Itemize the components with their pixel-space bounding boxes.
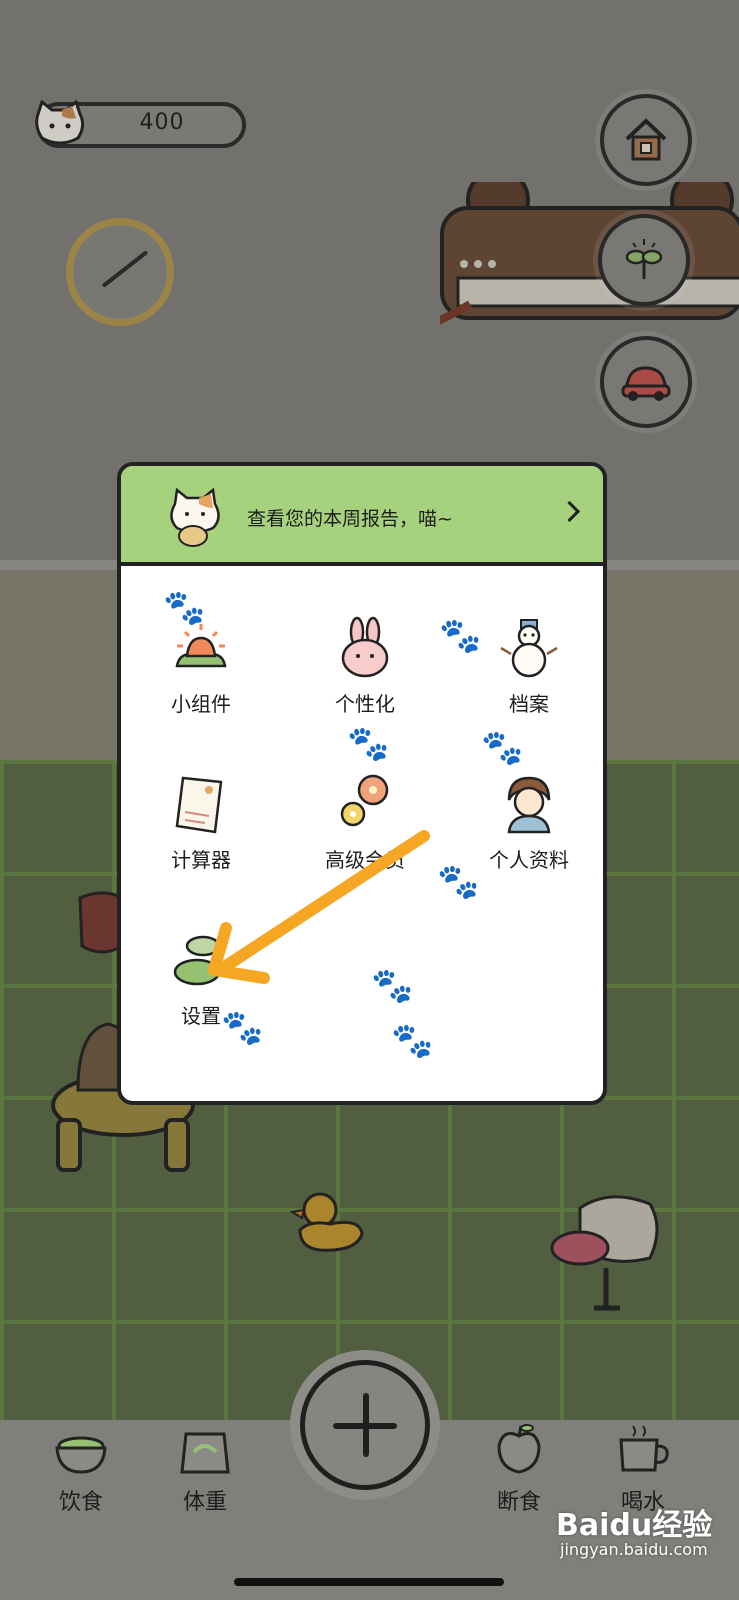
tab-diet[interactable]: 饮食 — [26, 1428, 136, 1516]
watermark-brand: Baidu经验 — [556, 1508, 713, 1543]
tab-weight[interactable]: 体重 — [150, 1428, 260, 1516]
salad-bowl-icon — [55, 1436, 107, 1474]
tab-label: 饮食 — [58, 1490, 103, 1515]
tab-label: 体重 — [182, 1490, 227, 1515]
watermark-url: jingyan.baidu.com — [560, 1540, 708, 1559]
cup-icon — [619, 1425, 669, 1472]
add-button[interactable] — [300, 1360, 430, 1490]
home-indicator — [234, 1578, 504, 1586]
scale-icon — [180, 1432, 230, 1474]
apple-icon — [497, 1424, 541, 1474]
